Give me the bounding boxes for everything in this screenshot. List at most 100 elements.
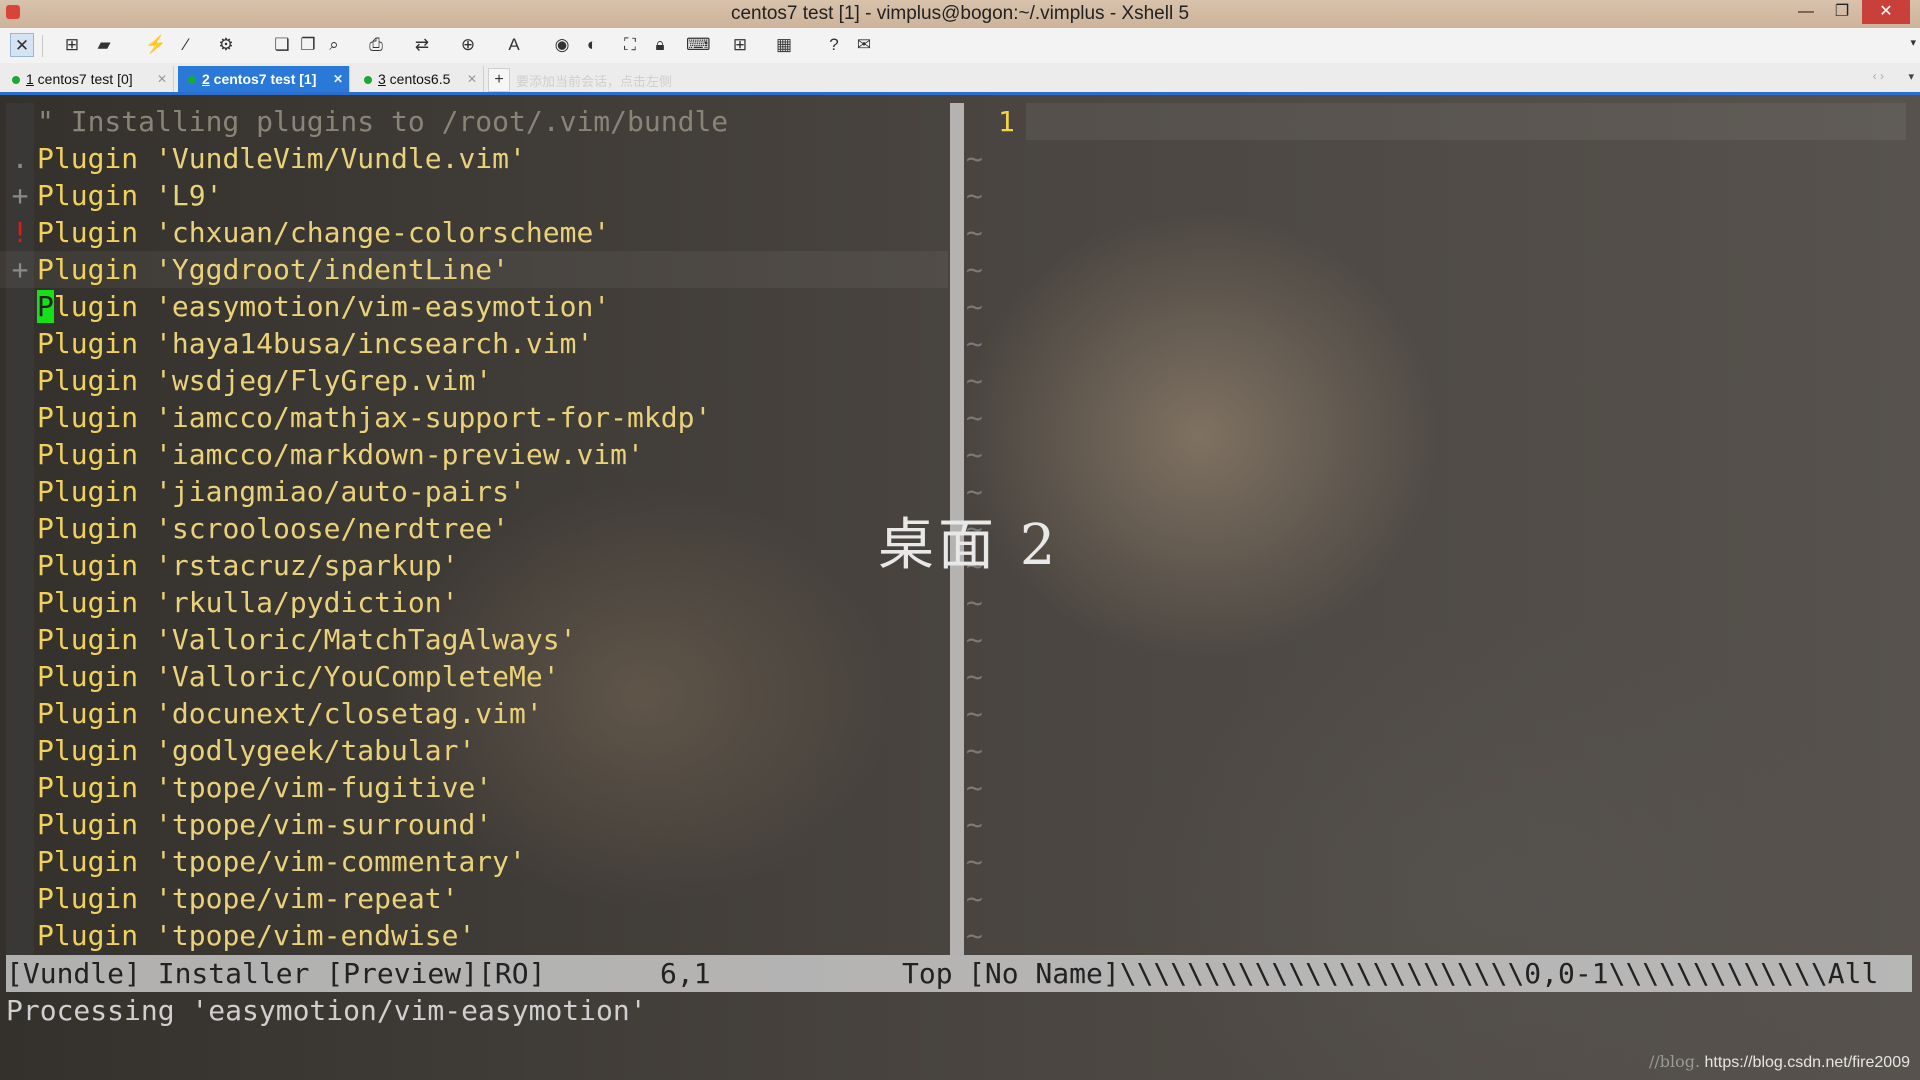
empty-line-marker: ~ [966,695,1912,732]
tab-close-icon[interactable]: ✕ [333,66,343,92]
code-line[interactable]: Plugin 'iamcco/mathjax-support-for-mkdp' [0,399,948,436]
vim-statusline: [Vundle] Installer [Preview][RO] 6,1 Top… [6,955,1912,992]
globe-icon[interactable]: ⊕ [456,33,480,57]
vundle-installer-pane[interactable]: " Installing plugins to /root/.vim/bundl… [0,95,948,955]
plugin-declaration: Plugin 'easymotion/vim-easymotion' [37,288,610,325]
xftp-icon[interactable]: ◉ [550,33,574,57]
tab-scroll-arrows-icon[interactable]: ‹ › [1873,69,1884,83]
code-line[interactable]: Plugin 'scrooloose/nerdtree' [0,510,948,547]
plugin-declaration: Plugin 'tpope/vim-fugitive' [37,769,492,806]
plugin-name: 'tpope/vim-repeat' [155,882,459,915]
code-line[interactable]: Plugin 'wsdjeg/FlyGrep.vim' [0,362,948,399]
script-icon[interactable]: ◐ [580,33,604,57]
help-icon[interactable]: ? [822,33,846,57]
plugin-declaration: Plugin 'VundleVim/Vundle.vim' [37,140,526,177]
plugin-name: 'tpope/vim-fugitive' [155,771,493,804]
plugin-declaration: Plugin 'tpope/vim-surround' [37,806,492,843]
empty-line-marker: ~ [966,843,1912,880]
minimize-button[interactable]: — [1790,0,1822,24]
toolbar-overflow-icon[interactable]: ▾ [1910,36,1916,49]
tab-centos7-test-0[interactable]: 1 centos7 test [0] ✕ [2,66,174,92]
status-buffer-name: [Vundle] Installer [Preview][RO] [6,957,546,990]
print-icon[interactable]: ⎙ [364,33,388,57]
code-line[interactable]: Plugin 'tpope/vim-endwise' [0,917,948,954]
transfer-icon[interactable]: ⇄ [410,33,434,57]
code-line[interactable]: Plugin 'tpope/vim-commentary' [0,843,948,880]
copy-icon[interactable]: ❏ [270,33,294,57]
sign-marker: + [11,253,29,286]
code-line[interactable]: Plugin 'haya14busa/incsearch.vim' [0,325,948,362]
open-folder-icon[interactable]: ▰ [92,33,116,57]
tab-close-icon[interactable]: ✕ [467,66,477,92]
xshell-icon[interactable]: ✕ [10,33,34,57]
code-line[interactable]: Plugin 'iamcco/markdown-preview.vim' [0,436,948,473]
tab-centos7-test-1[interactable]: 2 centos7 test [1] ✕ [178,66,350,92]
code-line[interactable]: Plugin 'jiangmiao/auto-pairs' [0,473,948,510]
code-line[interactable]: Plugin 'Valloric/YouCompleteMe' [0,658,948,695]
code-line[interactable]: + Plugin 'L9' [0,177,948,214]
code-line[interactable]: Plugin 'godlygeek/tabular' [0,732,948,769]
code-line[interactable]: Plugin 'rstacruz/sparkup' [0,547,948,584]
plugin-name: 'Valloric/MatchTagAlways' [155,623,577,656]
chat-icon[interactable]: ✉ [852,33,876,57]
disconnect-icon[interactable]: ⁄ [174,33,198,57]
code-line[interactable]: Plugin 'tpope/vim-repeat' [0,880,948,917]
plugin-keyword: Plugin [37,253,139,286]
code-line[interactable]: Plugin 'easymotion/vim-easymotion' [0,288,948,325]
code-line[interactable]: Plugin 'tpope/vim-surround' [0,806,948,843]
empty-line-marker: ~ [966,732,1912,769]
vim-command-line[interactable]: Processing 'easymotion/vim-easymotion' [6,992,647,1029]
plugin-keyword: Plugin [37,512,139,545]
close-button[interactable]: ✕ [1862,0,1910,24]
empty-line-marker: ~ [966,436,1912,473]
toolbar: ✕ ⊞ ▰ ⚡ ⁄ ⚙ ❏ ❐ ⌕ ⎙ ⇄ ⊕ A ◉ ◐ ⛶ 🔒︎ ⌨ ⊞ ▦… [0,28,1920,64]
plugin-name: 'godlygeek/tabular' [155,734,476,767]
plugin-keyword: Plugin [37,549,139,582]
font-icon[interactable]: A [502,33,526,57]
maximize-button[interactable]: ❐ [1826,0,1858,24]
plugin-declaration: Plugin 'iamcco/markdown-preview.vim' [37,436,644,473]
tilde-marker: ~ [966,216,983,249]
paste-icon[interactable]: ❐ [296,33,320,57]
tilde-marker: ~ [966,734,983,767]
code-line[interactable]: Plugin 'tpope/vim-fugitive' [0,769,948,806]
tab-centos6-5[interactable]: 3 centos6.5 ✕ [354,66,484,92]
code-line[interactable]: Plugin 'Valloric/MatchTagAlways' [0,621,948,658]
terminal-area[interactable]: " Installing plugins to /root/.vim/bundl… [0,95,1920,1080]
add-icon[interactable]: ⊞ [728,33,752,57]
fullscreen-icon[interactable]: ⛶ [618,33,642,57]
plugin-name: 'Yggdroot/indentLine' [155,253,510,286]
plugin-declaration: Plugin 'L9' [37,177,222,214]
empty-line-marker: ~ [966,288,1912,325]
properties-icon[interactable]: ⚙ [214,33,238,57]
new-session-icon[interactable]: ⊞ [60,33,84,57]
plugin-keyword: Plugin [37,475,139,508]
plugin-name: 'iamcco/mathjax-support-for-mkdp' [155,401,712,434]
plugin-declaration: Plugin 'Yggdroot/indentLine' [37,251,509,288]
layout-icon[interactable]: ▦ [772,33,796,57]
code-line[interactable]: " Installing plugins to /root/.vim/bundl… [0,103,948,140]
find-icon[interactable]: ⌕ [322,33,346,57]
tab-menu-icon[interactable]: ▾ [1908,70,1914,83]
status-cursor-position: 6,1 [660,957,711,990]
tab-label: centos7 test [0] [33,71,133,87]
code-line[interactable]: . Plugin 'VundleVim/Vundle.vim' [0,140,948,177]
connected-status-icon [12,76,20,85]
plugin-declaration: Plugin 'rstacruz/sparkup' [37,547,458,584]
code-line[interactable]: Plugin 'docunext/closetag.vim' [0,695,948,732]
empty-line-marker: ~ [966,251,1912,288]
lock-icon[interactable]: 🔒︎ [648,33,672,57]
keyboard-icon[interactable]: ⌨ [686,33,711,57]
tab-close-icon[interactable]: ✕ [157,66,167,92]
sign-marker: ! [11,216,29,249]
empty-line-marker: ~ [966,584,1912,621]
new-tab-button[interactable]: + [488,68,510,92]
reconnect-icon[interactable]: ⚡ [144,33,168,57]
buffer-line[interactable]: 1 [966,103,1912,140]
plugin-keyword: Plugin [37,586,139,619]
code-line[interactable]: + Plugin 'Yggdroot/indentLine' [0,251,948,288]
plugin-keyword: Plugin [37,882,139,915]
code-line[interactable]: Plugin 'rkulla/pydiction' [0,584,948,621]
empty-buffer-pane[interactable]: 1 ~ ~ ~ ~ ~ ~ ~ ~ ~ ~ ~ ~ ~ ~ ~ ~ ~ ~ ~ ~ ~ ~ [966,95,1912,955]
code-line[interactable]: ! Plugin 'chxuan/change-colorscheme' [0,214,948,251]
